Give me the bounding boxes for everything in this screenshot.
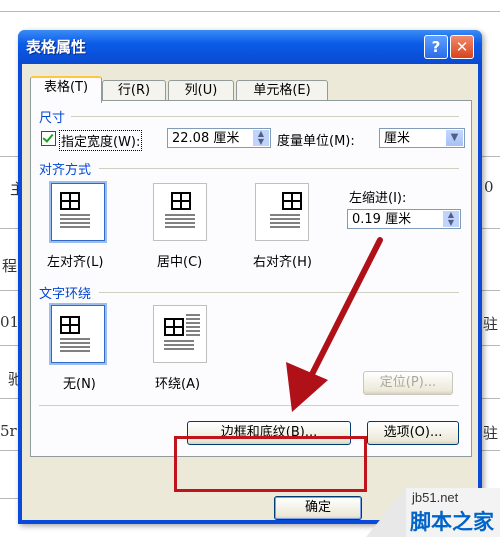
doc-fragment: 程 xyxy=(2,257,18,275)
width-spinner-icon[interactable]: ▲ ▼ xyxy=(253,130,269,146)
options-button[interactable]: 选项(O)... xyxy=(367,421,459,445)
tab-column[interactable]: 列(U) xyxy=(168,80,234,101)
width-input[interactable]: 22.08 厘米 ▲ ▼ xyxy=(167,128,271,148)
watermark-fold xyxy=(366,488,406,537)
doc-fragment: 驻 xyxy=(483,315,499,333)
watermark-body: jb51.net 脚本之家 xyxy=(406,488,500,537)
wrap-around-label: 环绕(A) xyxy=(155,377,201,392)
align-left-option[interactable] xyxy=(51,183,105,241)
unit-label: 度量单位(M): xyxy=(277,134,355,149)
tab-table[interactable]: 表格(T) xyxy=(30,76,102,103)
doc-fragment: 01 xyxy=(0,313,20,331)
width-value: 22.08 厘米 xyxy=(172,131,240,146)
annotation-highlight-box xyxy=(174,436,367,492)
doc-fragment: 0 xyxy=(484,178,494,196)
section-divider xyxy=(39,405,459,406)
text-lines-icon xyxy=(270,214,300,228)
section-divider xyxy=(99,292,459,293)
chevron-down-icon[interactable]: ▼ xyxy=(446,130,463,146)
watermark-url: jb51.net xyxy=(412,490,459,505)
align-right-option[interactable] xyxy=(255,183,309,241)
wrap-none-option[interactable] xyxy=(51,305,105,363)
table-icon xyxy=(164,318,184,336)
text-lines-icon xyxy=(165,214,195,228)
wrap-none-label: 无(N) xyxy=(63,377,96,392)
align-left-label: 左对齐(L) xyxy=(47,255,104,270)
tab-cell[interactable]: 单元格(E) xyxy=(236,80,328,101)
text-lines-icon xyxy=(186,314,200,336)
section-divider xyxy=(71,116,459,117)
table-icon xyxy=(60,192,80,210)
align-center-label: 居中(C) xyxy=(157,255,203,270)
title-bar[interactable]: 表格属性 ? ✕ xyxy=(18,30,482,64)
left-indent-input[interactable]: 0.19 厘米 ▲ ▼ xyxy=(347,209,461,229)
unit-value: 厘米 xyxy=(384,131,411,146)
text-lines-icon xyxy=(60,338,90,352)
tab-panel-table: 尺寸 指定宽度(W): 22.08 厘米 ▲ ▼ 度量单位(M): 厘米 ▼ 对齐… xyxy=(30,100,472,457)
close-button[interactable]: ✕ xyxy=(450,35,474,59)
ok-button[interactable]: 确定 xyxy=(274,496,362,520)
text-wrap-section-label: 文字环绕 xyxy=(39,287,92,302)
watermark-name: 脚本之家 xyxy=(410,510,494,534)
text-lines-icon xyxy=(164,340,194,352)
indent-spinner-icon[interactable]: ▲ ▼ xyxy=(443,211,459,227)
left-indent-value: 0.19 厘米 xyxy=(352,212,412,227)
tab-row[interactable]: 行(R) xyxy=(102,80,166,101)
alignment-section-label: 对齐方式 xyxy=(39,163,92,178)
text-lines-icon xyxy=(60,214,90,228)
table-icon xyxy=(282,192,302,210)
doc-fragment: 驻 xyxy=(483,424,499,442)
doc-rule xyxy=(0,11,500,12)
help-button[interactable]: ? xyxy=(424,35,448,59)
left-indent-label: 左缩进(I): xyxy=(349,191,407,206)
position-button[interactable]: 定位(P)... xyxy=(363,371,453,395)
align-center-option[interactable] xyxy=(153,183,207,241)
watermark: jb51.net 脚本之家 xyxy=(366,488,500,537)
unit-select[interactable]: 厘米 ▼ xyxy=(379,128,465,148)
doc-fragment: 5r xyxy=(0,422,17,440)
size-section-label: 尺寸 xyxy=(39,111,66,126)
dialog-title: 表格属性 xyxy=(26,38,87,56)
table-icon xyxy=(171,192,191,210)
align-right-label: 右对齐(H) xyxy=(253,255,312,270)
specify-width-label: 指定宽度(W): xyxy=(59,130,143,151)
specify-width-checkbox[interactable] xyxy=(41,131,56,146)
wrap-around-option[interactable] xyxy=(153,305,207,363)
section-divider xyxy=(99,168,459,169)
table-icon xyxy=(60,316,80,334)
